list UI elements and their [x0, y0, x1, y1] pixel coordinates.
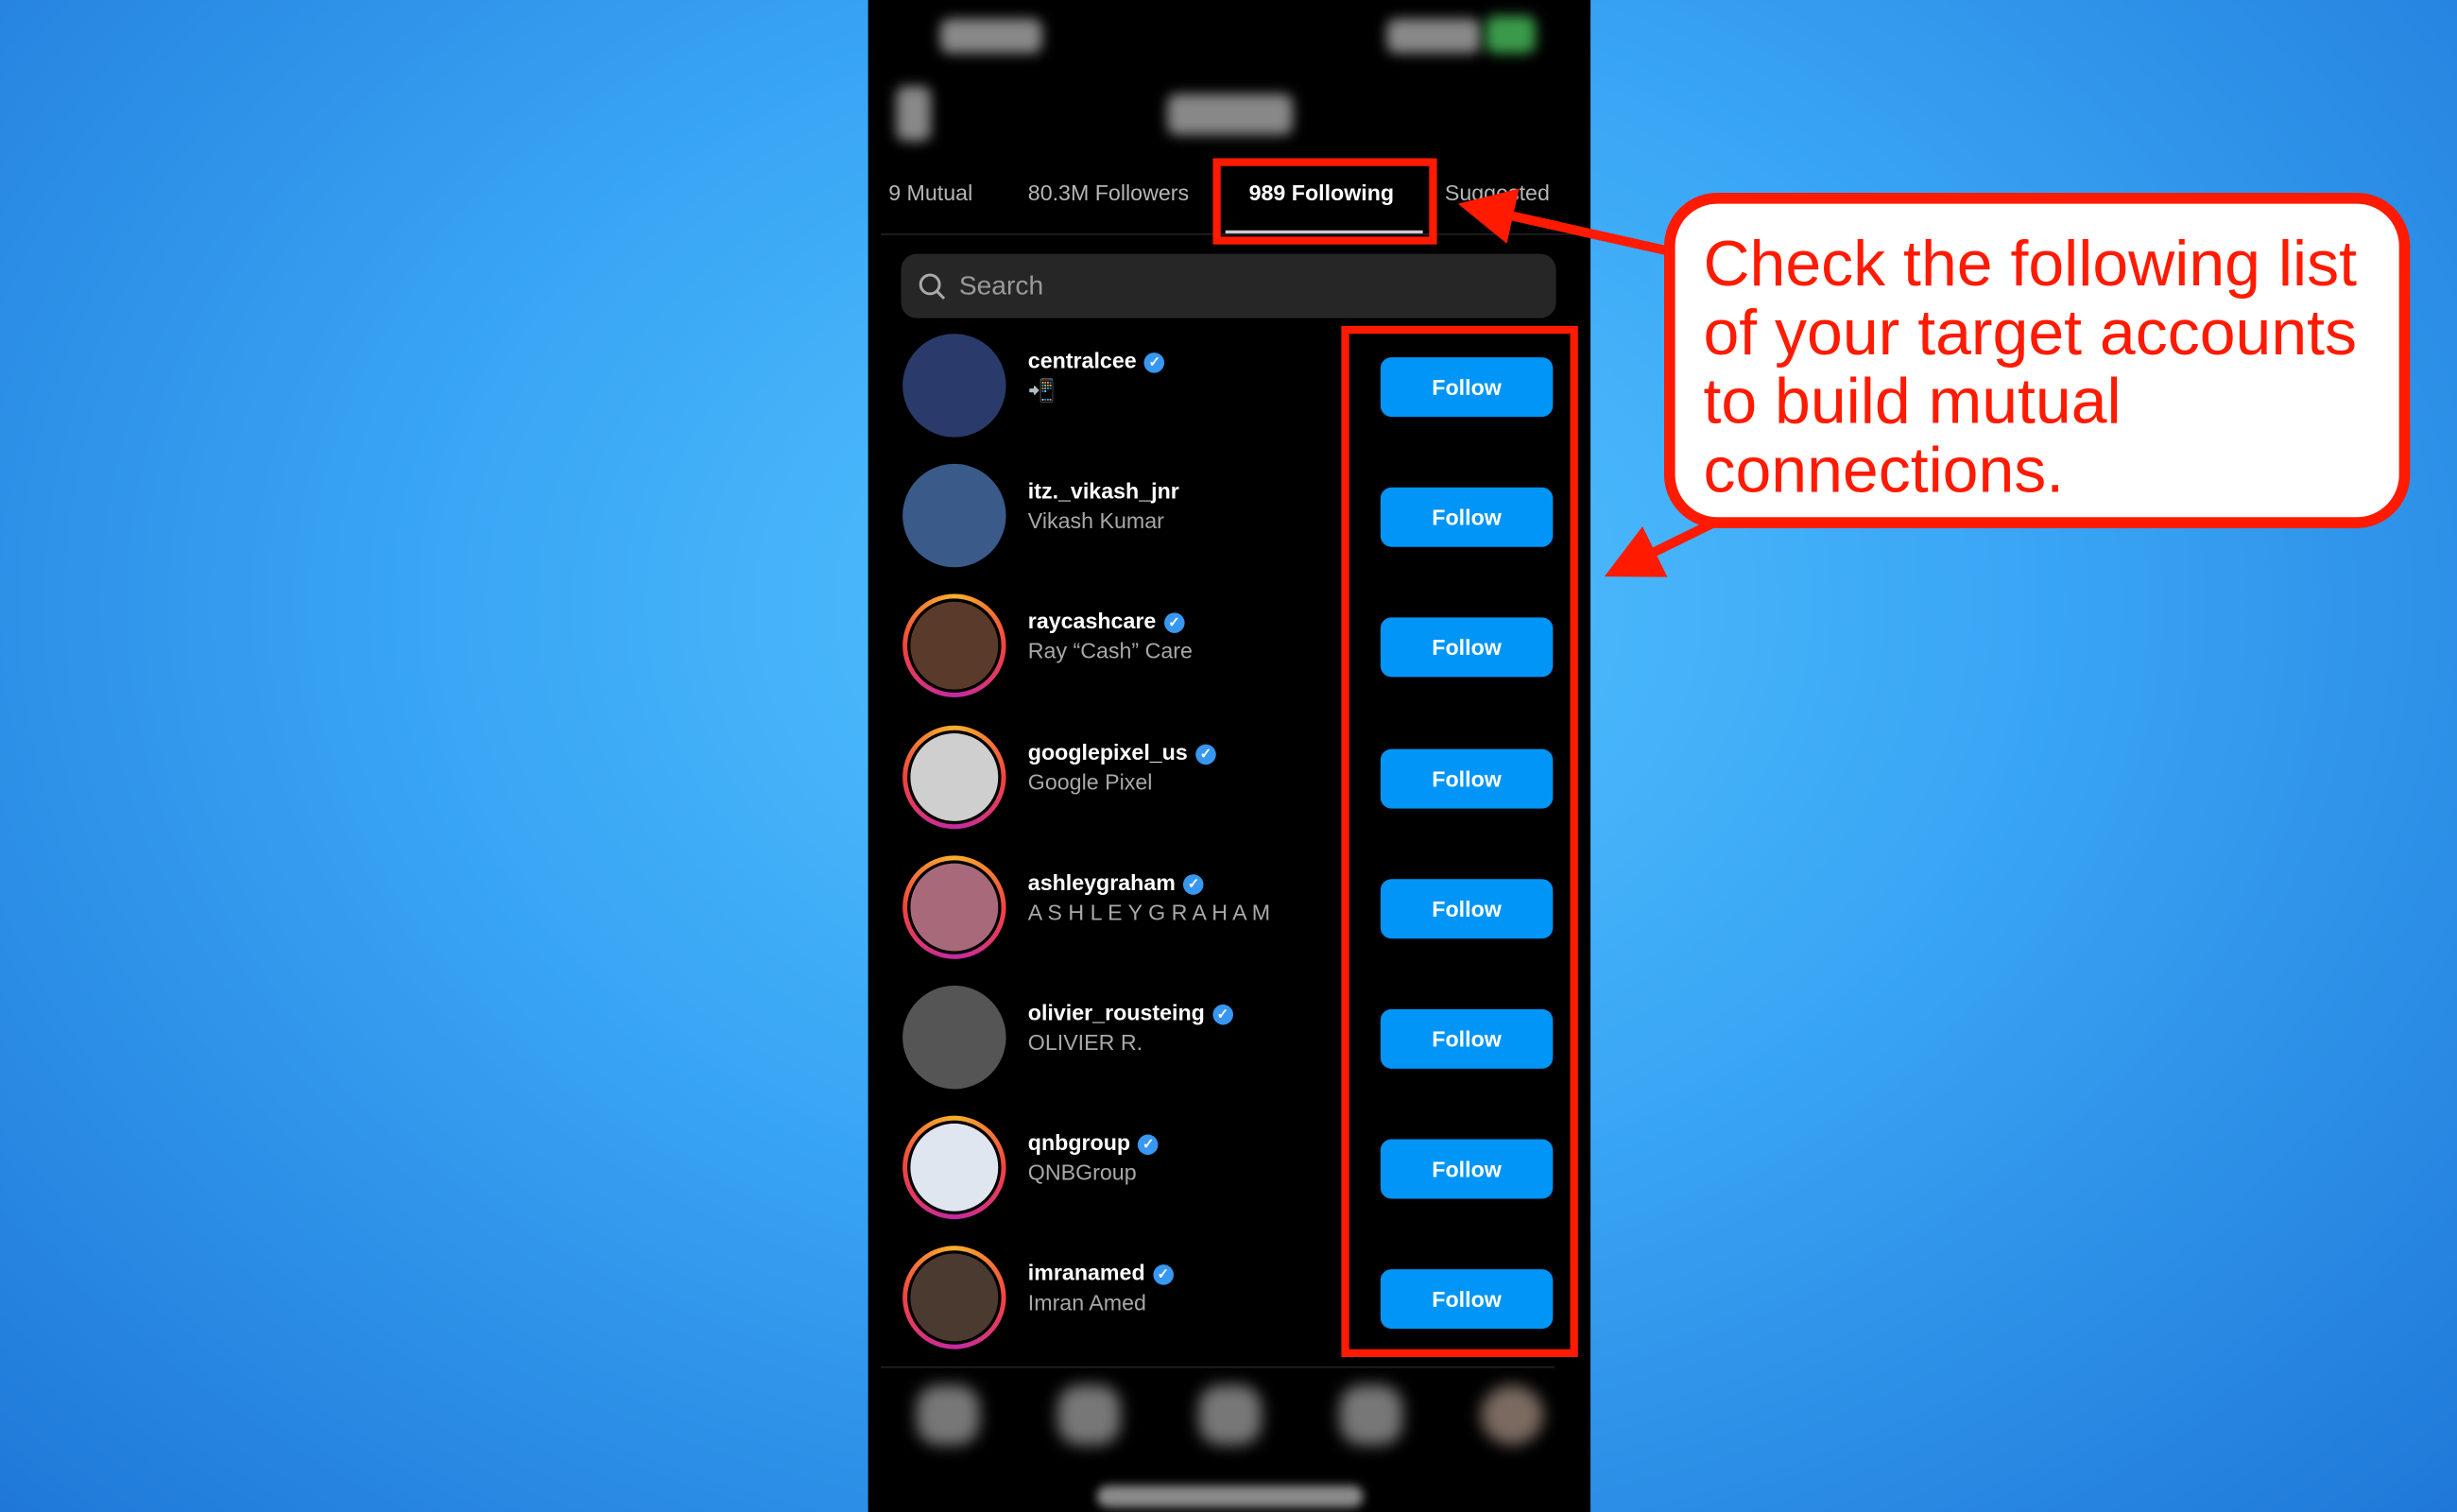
- tutorial-canvas: 9 Mutual 80.3M Followers 989 Following S…: [0, 0, 2457, 1512]
- arrow-to-tab: [1457, 188, 1669, 256]
- arrow-to-buttons: [1604, 517, 1718, 577]
- annotation-callout: Check the following list of your target …: [1664, 192, 2411, 528]
- callout-text: Check the following list of your target …: [1703, 227, 2358, 507]
